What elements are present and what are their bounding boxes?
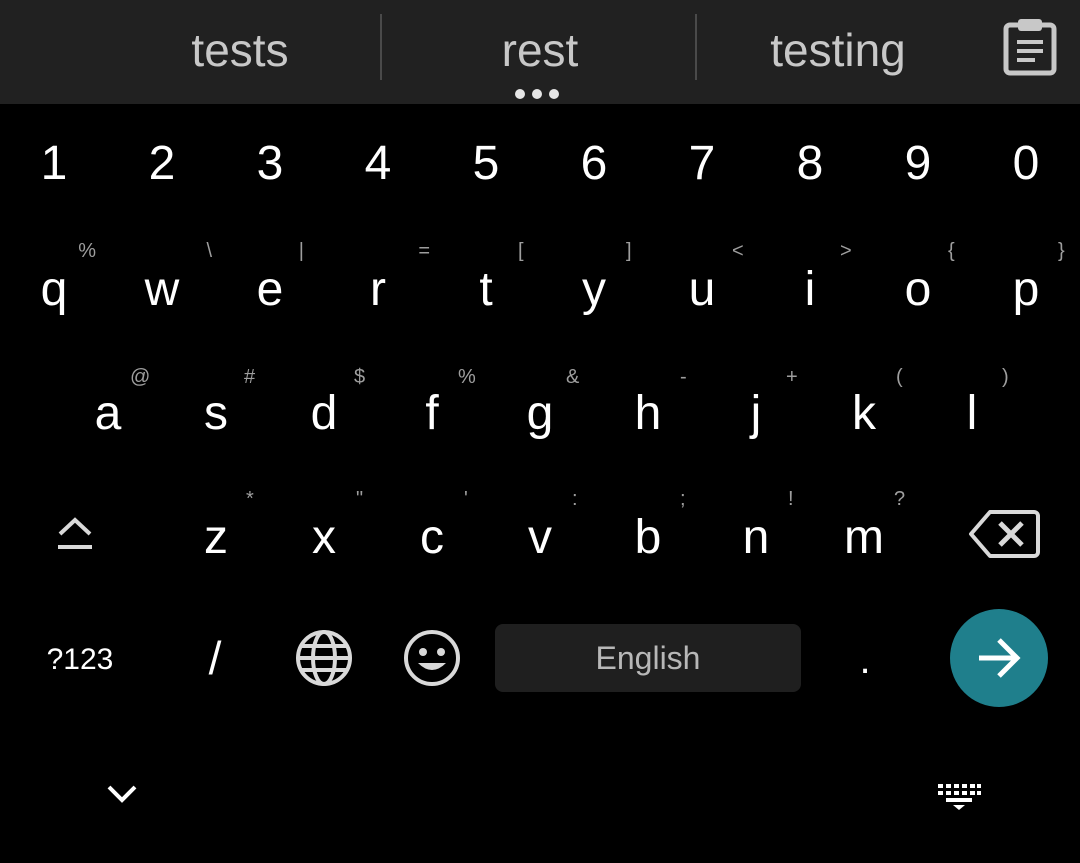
key-j[interactable]: + j bbox=[702, 350, 810, 470]
key-hint: | bbox=[298, 240, 304, 262]
key-s[interactable]: # s bbox=[162, 350, 270, 470]
key-label: c bbox=[420, 511, 444, 564]
key-x[interactable]: " x bbox=[270, 474, 378, 594]
suggestion-left[interactable]: tests bbox=[140, 0, 340, 104]
key-y[interactable]: ] y bbox=[540, 226, 648, 346]
key-label: f bbox=[425, 387, 439, 440]
globe-icon[interactable] bbox=[295, 629, 353, 687]
key-hint: : bbox=[572, 488, 578, 510]
key-label: h bbox=[634, 387, 662, 440]
key-v[interactable]: :v bbox=[486, 474, 594, 594]
key-t[interactable]: [t bbox=[432, 226, 540, 346]
backspace-icon[interactable] bbox=[968, 508, 1040, 560]
key-o[interactable]: {o bbox=[864, 226, 972, 346]
key-hint: ] bbox=[626, 240, 632, 262]
keyboard-icon[interactable] bbox=[936, 782, 982, 810]
key-w[interactable]: \ w bbox=[108, 226, 216, 346]
key-hint: \ bbox=[206, 240, 212, 262]
key-8[interactable]: 8 bbox=[756, 104, 864, 224]
key-label: n bbox=[742, 511, 770, 564]
key-e[interactable]: | e bbox=[216, 226, 324, 346]
key-7[interactable]: 7 bbox=[648, 104, 756, 224]
more-suggestions-icon[interactable] bbox=[515, 89, 565, 103]
key-5[interactable]: 5 bbox=[432, 104, 540, 224]
emoji-icon[interactable] bbox=[403, 629, 461, 687]
key-label: s bbox=[204, 387, 228, 440]
chevron-down-icon[interactable] bbox=[106, 782, 138, 806]
key-label: d bbox=[310, 387, 338, 440]
key-label: b bbox=[634, 511, 662, 564]
key-label: q bbox=[40, 263, 68, 316]
key-label: v bbox=[528, 511, 552, 564]
key-4[interactable]: 4 bbox=[324, 104, 432, 224]
period-key[interactable]: . bbox=[830, 630, 900, 690]
key-label: u bbox=[688, 263, 716, 316]
key-0[interactable]: 0 bbox=[972, 104, 1080, 224]
key-2[interactable]: 2 bbox=[108, 104, 216, 224]
key-label: l bbox=[966, 387, 978, 440]
key-z[interactable]: * z bbox=[162, 474, 270, 594]
key-label: g bbox=[526, 387, 554, 440]
key-q[interactable]: % q bbox=[0, 226, 108, 346]
key-6[interactable]: 6 bbox=[540, 104, 648, 224]
key-k[interactable]: (k bbox=[810, 350, 918, 470]
key-hint: ! bbox=[788, 488, 794, 510]
key-hint: ; bbox=[680, 488, 686, 510]
key-hint: = bbox=[418, 240, 430, 262]
key-label: z bbox=[204, 511, 228, 564]
space-key[interactable]: English bbox=[495, 624, 801, 692]
key-h[interactable]: -h bbox=[594, 350, 702, 470]
key-label: j bbox=[750, 387, 762, 440]
key-1[interactable]: 1 bbox=[0, 104, 108, 224]
shift-icon[interactable] bbox=[54, 512, 96, 554]
key-label: r bbox=[370, 263, 386, 316]
key-g[interactable]: & g bbox=[486, 350, 594, 470]
enter-key[interactable] bbox=[950, 609, 1048, 707]
key-f[interactable]: % f bbox=[378, 350, 486, 470]
key-hint: } bbox=[1058, 240, 1065, 262]
key-u[interactable]: < u bbox=[648, 226, 756, 346]
key-hint: ' bbox=[464, 488, 468, 510]
key-d[interactable]: $ d bbox=[270, 350, 378, 470]
key-label: y bbox=[582, 263, 606, 316]
key-label: o bbox=[904, 263, 932, 316]
key-c[interactable]: ' c bbox=[378, 474, 486, 594]
key-3[interactable]: 3 bbox=[216, 104, 324, 224]
key-label: t bbox=[479, 263, 493, 316]
arrow-right-icon bbox=[979, 638, 1021, 678]
key-label: m bbox=[844, 511, 884, 564]
symbols-key[interactable]: ?123 bbox=[30, 630, 130, 690]
key-label: i bbox=[804, 263, 816, 316]
key-hint: ? bbox=[894, 488, 906, 510]
key-label: a bbox=[94, 387, 122, 440]
key-hint: { bbox=[948, 240, 955, 262]
key-hint: * bbox=[246, 488, 254, 510]
key-label: w bbox=[144, 263, 180, 316]
suggestion-right[interactable]: testing bbox=[738, 0, 938, 104]
key-n[interactable]: ! n bbox=[702, 474, 810, 594]
key-9[interactable]: 9 bbox=[864, 104, 972, 224]
key-l[interactable]: ) l bbox=[918, 350, 1026, 470]
key-label: x bbox=[312, 511, 336, 564]
key-hint: " bbox=[356, 488, 364, 510]
clipboard-icon[interactable] bbox=[1000, 16, 1060, 76]
key-label: k bbox=[852, 387, 876, 440]
key-r[interactable]: = r bbox=[324, 226, 432, 346]
key-label: e bbox=[256, 263, 284, 316]
suggestion-divider bbox=[695, 14, 697, 80]
slash-key[interactable]: / bbox=[175, 626, 255, 690]
key-m[interactable]: ? m bbox=[810, 474, 918, 594]
key-hint: < bbox=[732, 240, 744, 262]
key-hint: [ bbox=[518, 240, 524, 262]
key-a[interactable]: @ a bbox=[54, 350, 162, 470]
key-hint: > bbox=[840, 240, 852, 262]
key-p[interactable]: } p bbox=[972, 226, 1080, 346]
key-b[interactable]: ; b bbox=[594, 474, 702, 594]
suggestion-strip: tests rest testing bbox=[0, 0, 1080, 104]
key-label: p bbox=[1012, 263, 1040, 316]
suggestion-divider bbox=[380, 14, 382, 80]
key-i[interactable]: > i bbox=[756, 226, 864, 346]
key-hint: % bbox=[78, 240, 96, 262]
